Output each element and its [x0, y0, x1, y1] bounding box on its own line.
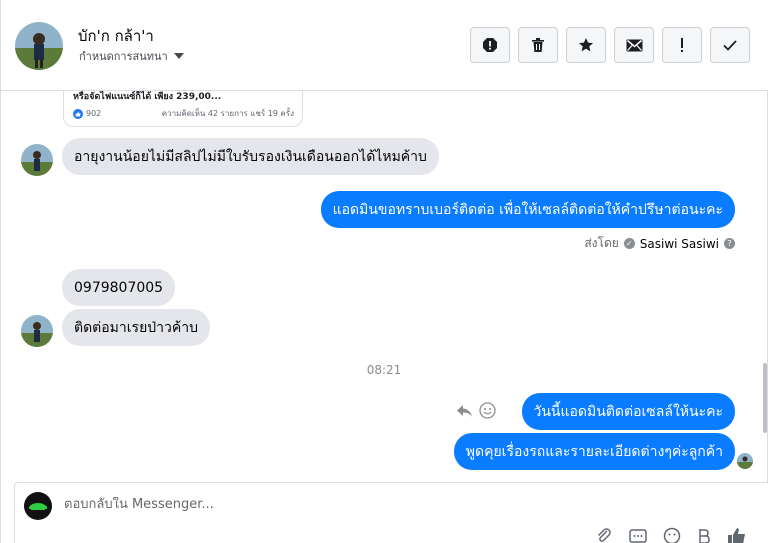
like-icon: [73, 108, 83, 119]
mark-done-button[interactable]: [710, 27, 750, 63]
header-action-bar: [470, 27, 750, 63]
envelope-icon: [626, 39, 642, 51]
star-icon: [579, 38, 593, 52]
outgoing-message[interactable]: พูดคุยเรื่องรถและรายละเอียดต่างๆค่ะลูกค้…: [453, 433, 735, 470]
incoming-message[interactable]: อายุงานน้อยไม่มีสลิปไม่มีใบรับรองเงินเดื…: [62, 138, 439, 175]
incoming-message[interactable]: 0979807005: [62, 269, 176, 306]
checkmark-circle-icon: ✓: [623, 238, 635, 249]
thumbs-up-icon[interactable]: [727, 527, 747, 543]
sender-name[interactable]: Sasiwi Sasiwi: [640, 237, 719, 251]
post-stats: ความคิดเห็น 42 รายการ แชร์ 19 ครั้ง: [161, 109, 294, 118]
shared-post-footer: 902 ความคิดเห็น 42 รายการ แชร์ 19 ครั้ง: [73, 107, 294, 120]
contact-name[interactable]: บัก'ก กล้า'า: [78, 24, 154, 48]
caret-down-icon: [173, 53, 184, 59]
star-button[interactable]: [566, 27, 606, 63]
follow-up-button[interactable]: [662, 27, 702, 63]
spam-icon: [483, 38, 497, 52]
timestamp-divider: 08:21: [366, 363, 402, 377]
composer-toolbar: [595, 527, 747, 543]
shared-post-text: หรือจัดไฟแนนซ์ก็ได้ เพียง 239,00...: [73, 92, 222, 102]
message-thread[interactable]: หรือจัดไฟแนนซ์ก็ได้ เพียง 239,00... 902 …: [1, 91, 767, 479]
payment-icon[interactable]: [697, 527, 711, 543]
conversation-header: บัก'ก กล้า'า กำหนดการสนทนา: [1, 0, 768, 91]
checkmark-icon: [723, 40, 737, 51]
like-count: 902: [86, 109, 102, 118]
outgoing-message[interactable]: วันนี้แอดมินติดต่อเซลล์ให้นะคะ: [521, 393, 735, 430]
delete-button[interactable]: [518, 27, 558, 63]
conversation-window: บัก'ก กล้า'า กำหนดการสนทนา หรือจัดไฟแนนซ…: [0, 0, 768, 543]
conversation-settings-label: กำหนดการสนทนา: [79, 50, 168, 63]
thread-scrollbar[interactable]: [763, 363, 767, 433]
incoming-message[interactable]: ติดต่อมาเรยป่าวค้าบ: [62, 309, 211, 346]
mark-spam-button[interactable]: [470, 27, 510, 63]
contact-avatar-small[interactable]: [21, 144, 53, 176]
page-avatar: [24, 492, 52, 520]
sent-by-label: ส่งโดย: [584, 236, 619, 250]
conversation-settings-dropdown[interactable]: กำหนดการสนทนา: [79, 47, 184, 65]
sent-by-info: ส่งโดย ✓ Sasiwi Sasiwi ?: [584, 234, 735, 253]
mark-unread-button[interactable]: [614, 27, 654, 63]
help-icon[interactable]: ?: [724, 238, 735, 249]
seen-indicator-avatar: [737, 453, 753, 469]
trash-icon: [532, 38, 544, 52]
outgoing-message[interactable]: แอดมินขอทราบเบอร์ติดต่อ เพื่อให้เซลล์ติด…: [320, 191, 735, 228]
reply-icon[interactable]: [456, 404, 473, 418]
contact-avatar[interactable]: [15, 22, 63, 70]
shared-post-card[interactable]: หรือจัดไฟแนนซ์ก็ได้ เพียง 239,00... 902 …: [63, 91, 303, 127]
message-tools: [456, 402, 496, 419]
attachment-icon[interactable]: [595, 527, 613, 543]
reply-composer: [14, 482, 768, 543]
emoji-icon[interactable]: [663, 527, 681, 543]
saved-replies-icon[interactable]: [629, 527, 647, 543]
react-smiley-icon[interactable]: [479, 402, 496, 419]
reply-input[interactable]: [64, 497, 664, 512]
exclamation-icon: [681, 38, 683, 52]
contact-avatar-small[interactable]: [21, 315, 53, 347]
